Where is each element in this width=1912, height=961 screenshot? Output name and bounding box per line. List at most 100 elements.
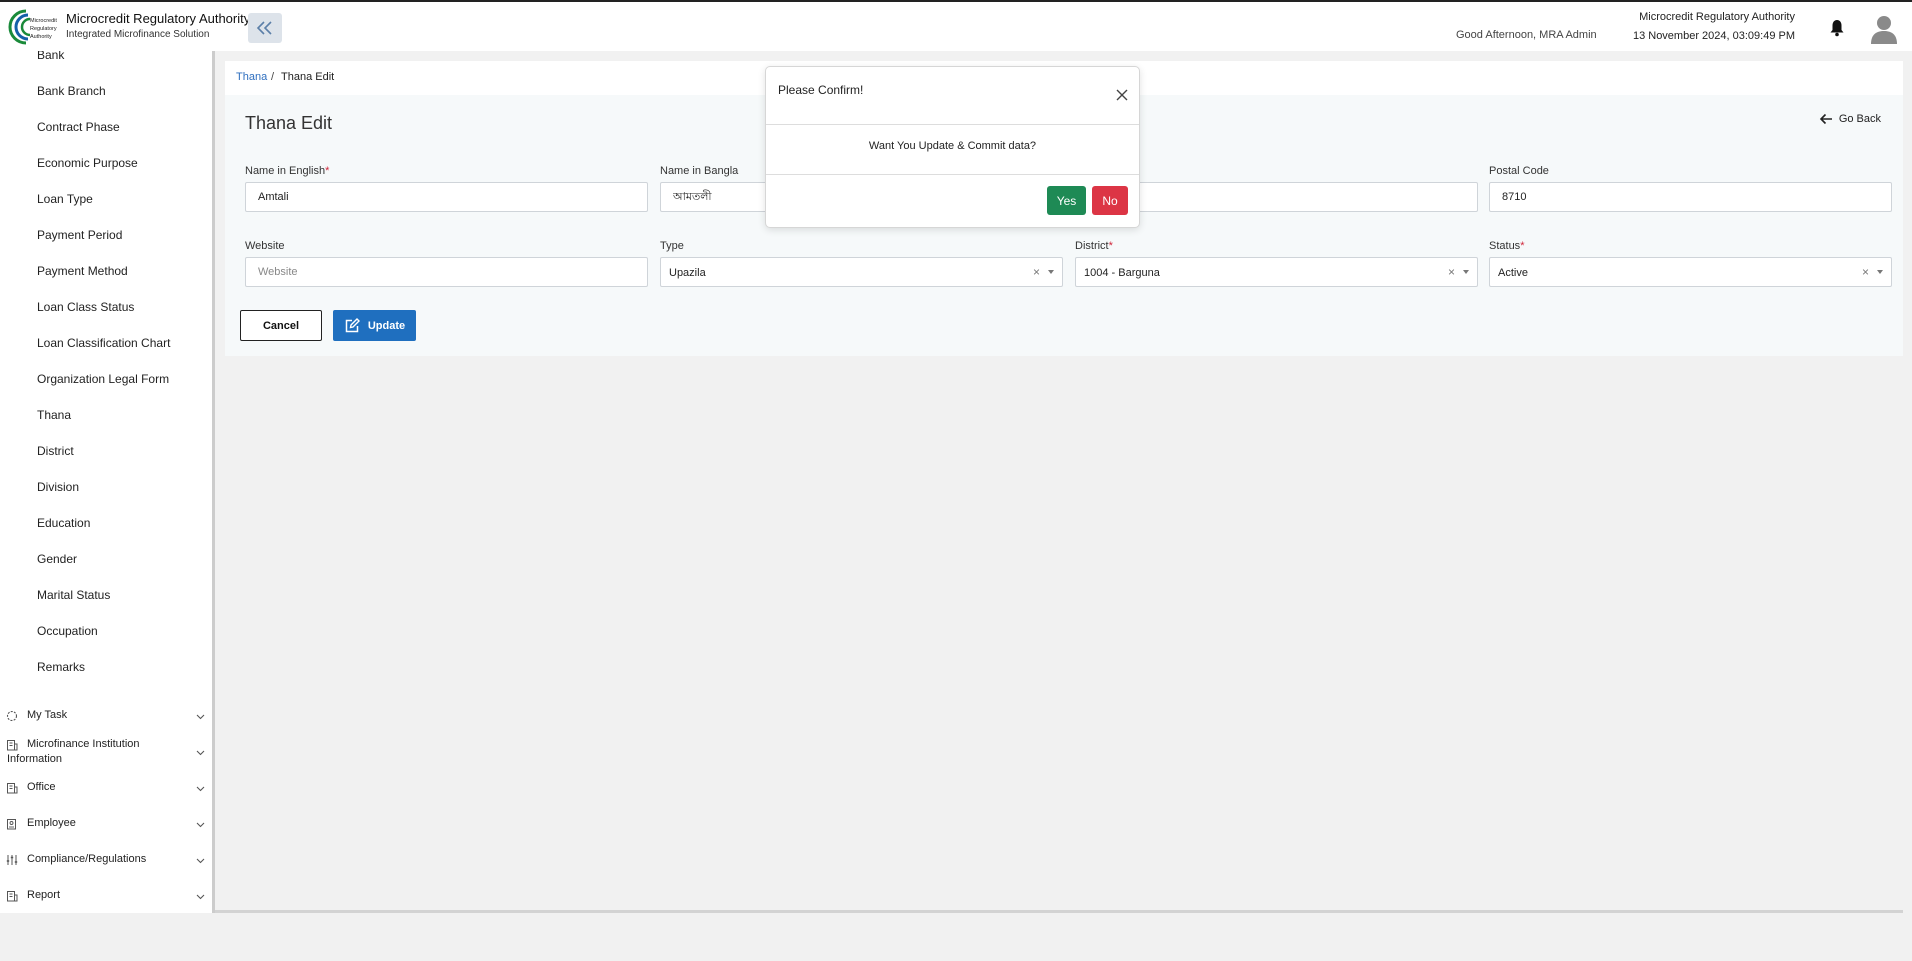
circle-dash-icon [6,710,18,722]
current-datetime: 13 November 2024, 03:09:49 PM [1632,30,1795,42]
sidebar-item-payment-method[interactable]: Payment Method [37,264,128,278]
postal-code-input[interactable] [1489,182,1892,212]
status-select-value: Active [1498,267,1528,279]
logo-text-1: Microcredit [30,18,57,24]
sidebar-item-marital-status[interactable]: Marital Status [37,588,110,602]
sidebar-item-district[interactable]: District [37,444,74,458]
sidebar-menu-mfi-information[interactable]: Microfinance Institution Information [6,738,206,768]
sidebar-item-division[interactable]: Division [37,480,79,494]
building-icon [7,783,18,794]
caret-down-icon[interactable] [1463,270,1469,274]
chevron-down-icon [196,894,205,900]
status-select[interactable]: Active × [1489,257,1892,287]
sidebar-item-bank-branch[interactable]: Bank Branch [37,84,106,98]
chevron-down-icon [196,786,205,792]
edit-icon [345,317,360,332]
district-select-value: 1004 - Barguna [1084,267,1160,279]
yes-button[interactable]: Yes [1047,186,1086,215]
name-bangla-label: Name in Bangla [660,165,739,177]
status-label: Status* [1489,240,1525,252]
sidebar-menu-label-line1: Microfinance Institution [27,738,140,750]
sidebar-menu-label: Office [27,781,56,793]
breadcrumb-link-thana[interactable]: Thana [236,71,267,83]
arrow-left-icon [1819,113,1832,125]
close-icon[interactable] [1115,88,1129,102]
sidebar-item-loan-type[interactable]: Loan Type [37,192,93,206]
brand-subtitle: Integrated Microfinance Solution [66,29,210,40]
sidebar-item-gender[interactable]: Gender [37,552,77,566]
district-select[interactable]: 1004 - Barguna × [1075,257,1478,287]
modal-divider [766,174,1139,175]
sidebar-menu-label: Report [27,889,61,901]
type-select[interactable]: Upazila × [660,257,1063,287]
sidebar-menu-label-line2: Information [7,753,63,765]
sliders-icon [6,855,18,865]
name-english-label: Name in English* [245,165,330,177]
sidebar-item-remarks[interactable]: Remarks [37,660,85,674]
go-back-button[interactable]: Go Back [1819,113,1881,125]
sidebar-menu-label: Compliance/Regulations [27,853,147,865]
district-label: District* [1075,240,1113,252]
modal-message: Want You Update & Commit data? [868,140,1037,152]
mra-logo[interactable]: Microcredit Regulatory Authority [6,8,58,46]
page-title: Thana Edit [245,113,333,133]
sidebar: Bank Bank Branch Contract Phase Economic… [0,51,215,913]
update-button[interactable]: Update [333,310,416,341]
caret-down-icon[interactable] [1048,270,1054,274]
type-label: Type [660,240,684,252]
report-icon [7,891,18,902]
update-label: Update [367,319,406,332]
sidebar-item-loan-classification-chart[interactable]: Loan Classification Chart [37,336,170,350]
org-name: Microcredit Regulatory Authority [1639,11,1795,23]
logo-emblem-icon: Microcredit Regulatory Authority [8,9,57,45]
sidebar-menu-label: My Task [27,709,68,721]
clear-icon[interactable]: × [1862,265,1869,279]
website-input[interactable] [245,257,648,287]
sidebar-item-occupation[interactable]: Occupation [37,624,98,638]
id-card-icon [7,819,16,830]
website-label: Website [245,240,285,252]
go-back-label: Go Back [1838,113,1881,125]
sidebar-menu-compliance[interactable]: Compliance/Regulations [6,853,206,869]
confirm-modal: Please Confirm! Want You Update & Commit… [765,66,1140,228]
cancel-button[interactable]: Cancel [240,310,322,341]
brand-title: Microcredit Regulatory Authority [66,11,251,26]
sidebar-item-payment-period[interactable]: Payment Period [37,228,122,242]
logo-text-3: Authority [30,34,52,40]
chevron-down-icon [196,858,205,864]
sidebar-menu-label: Employee [27,817,76,829]
chevron-down-icon [196,714,205,720]
sidebar-item-education[interactable]: Education [37,516,90,530]
double-chevron-left-icon [256,21,272,35]
sidebar-menu-employee[interactable]: Employee [6,817,206,833]
top-header: Microcredit Regulatory Authority Microcr… [0,0,1912,51]
modal-divider [766,124,1139,125]
breadcrumb-current: Thana Edit [281,71,335,83]
greeting-text: Good Afternoon, MRA Admin [1456,29,1597,41]
user-avatar-icon[interactable] [1870,14,1898,44]
clear-icon[interactable]: × [1448,265,1455,279]
logo-text-2: Regulatory [30,26,57,32]
chevron-down-icon [196,822,205,828]
sidebar-item-economic-purpose[interactable]: Economic Purpose [37,156,138,170]
type-select-value: Upazila [669,267,706,279]
sidebar-item-thana[interactable]: Thana [37,408,71,422]
sidebar-menu-my-task[interactable]: My Task [6,709,206,725]
no-button[interactable]: No [1092,186,1128,215]
postal-code-label: Postal Code [1489,165,1549,177]
chevron-down-icon [196,750,205,756]
breadcrumb-separator: / [271,71,275,83]
building-icon [7,740,18,751]
sidebar-item-contract-phase[interactable]: Contract Phase [37,120,120,134]
caret-down-icon[interactable] [1877,270,1883,274]
sidebar-collapse-button[interactable] [248,13,282,43]
sidebar-menu-report[interactable]: Report [6,889,206,905]
bell-icon[interactable] [1829,19,1845,37]
name-english-input[interactable] [245,182,648,212]
content-bottom-border [215,910,1903,913]
sidebar-item-loan-class-status[interactable]: Loan Class Status [37,300,134,314]
sidebar-menu-office[interactable]: Office [6,781,206,797]
clear-icon[interactable]: × [1033,265,1040,279]
sidebar-item-organization-legal-form[interactable]: Organization Legal Form [37,372,169,386]
sidebar-item-bank[interactable]: Bank [37,51,64,62]
